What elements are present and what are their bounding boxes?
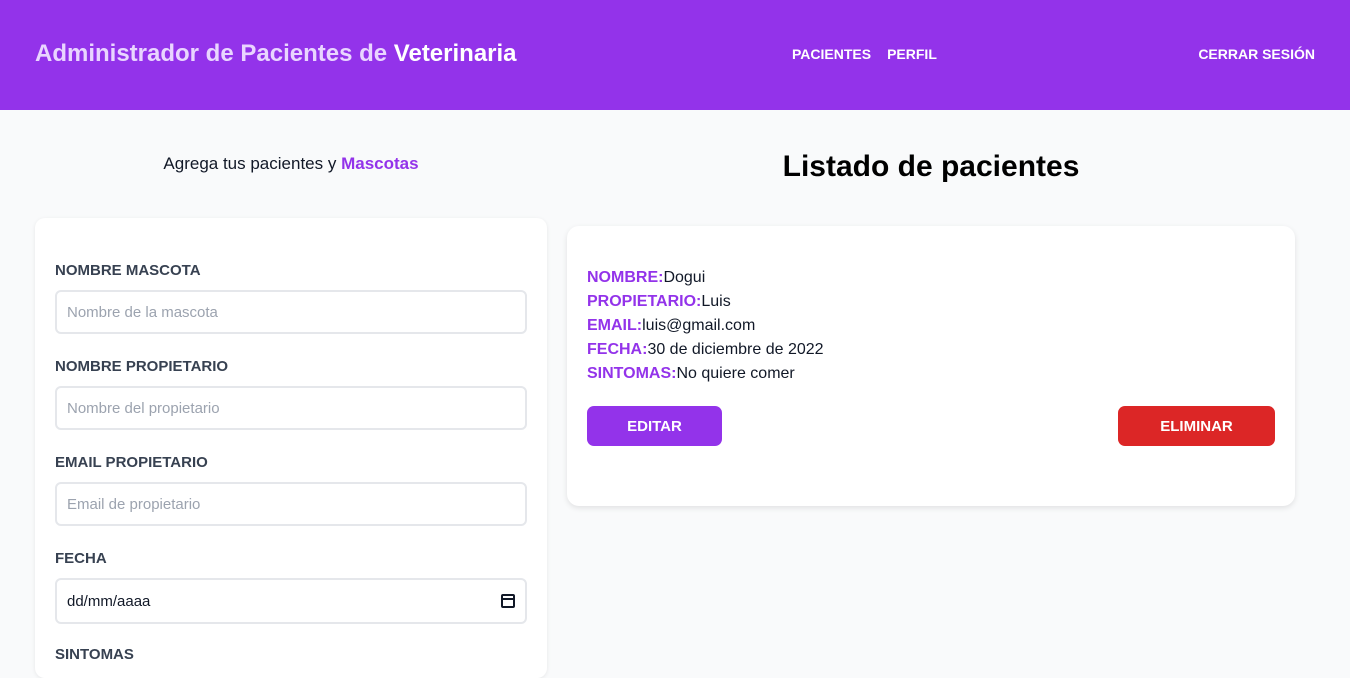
calendar-icon[interactable] <box>501 594 515 608</box>
pet-name-input[interactable] <box>55 290 527 334</box>
patient-symptoms-key: Sintomas: <box>587 365 677 382</box>
pet-name-label: Nombre Mascota <box>55 262 201 279</box>
form-subtitle-prefix: Agrega tus pacientes y <box>163 154 337 173</box>
app-title: Administrador de Pacientes de Veterinari… <box>35 40 517 68</box>
patient-date-value: 30 de diciembre de 2022 <box>647 341 824 358</box>
patient-date-row: Fecha:30 de diciembre de 2022 <box>587 341 824 359</box>
form-subtitle: Agrega tus pacientes y Mascotas <box>35 154 547 174</box>
patient-date-key: Fecha: <box>587 341 648 358</box>
patient-email-value: luis@gmail.com <box>642 317 756 334</box>
nav-link-pacientes[interactable]: Pacientes <box>792 46 871 62</box>
app-title-prefix: Administrador de Pacientes de <box>35 40 388 67</box>
patient-owner-key: Propietario: <box>587 293 702 310</box>
patient-form: Nombre Mascota Nombre Propietario Email … <box>35 218 547 678</box>
date-input[interactable]: dd/mm/aaaa <box>55 578 527 624</box>
owner-name-input[interactable] <box>55 386 527 430</box>
patient-card: Nombre:Dogui Propietario:Luis Email:luis… <box>567 226 1295 506</box>
owner-name-label: Nombre Propietario <box>55 358 229 375</box>
nav-link-perfil[interactable]: Perfil <box>887 46 937 62</box>
date-label: Fecha <box>55 550 107 567</box>
patient-name-value: Dogui <box>663 269 706 286</box>
patient-email-row: Email:luis@gmail.com <box>587 317 755 335</box>
form-subtitle-accent: Mascotas <box>341 154 419 173</box>
owner-email-label: Email Propietario <box>55 454 208 471</box>
patient-owner-row: Propietario:Luis <box>587 293 731 311</box>
patient-owner-value: Luis <box>701 293 731 310</box>
patients-list-title: Listado de pacientes <box>782 150 1080 183</box>
main-nav: Pacientes Perfil <box>792 46 937 62</box>
logout-button[interactable]: Cerrar Sesión <box>1198 46 1315 62</box>
date-input-value: dd/mm/aaaa <box>67 592 151 610</box>
patient-name-row: Nombre:Dogui <box>587 269 705 287</box>
patient-symptoms-row: Sintomas:No quiere comer <box>587 365 795 383</box>
patient-name-key: Nombre: <box>587 269 664 286</box>
delete-button[interactable]: Eliminar <box>1118 406 1275 446</box>
edit-button[interactable]: Editar <box>587 406 722 446</box>
patient-symptoms-value: No quiere comer <box>676 365 795 382</box>
symptoms-label: Sintomas <box>55 646 134 663</box>
owner-email-input[interactable] <box>55 482 527 526</box>
app-title-accent: Veterinaria <box>393 40 517 67</box>
top-header: Administrador de Pacientes de Veterinari… <box>0 0 1350 110</box>
patient-email-key: Email: <box>587 317 643 334</box>
